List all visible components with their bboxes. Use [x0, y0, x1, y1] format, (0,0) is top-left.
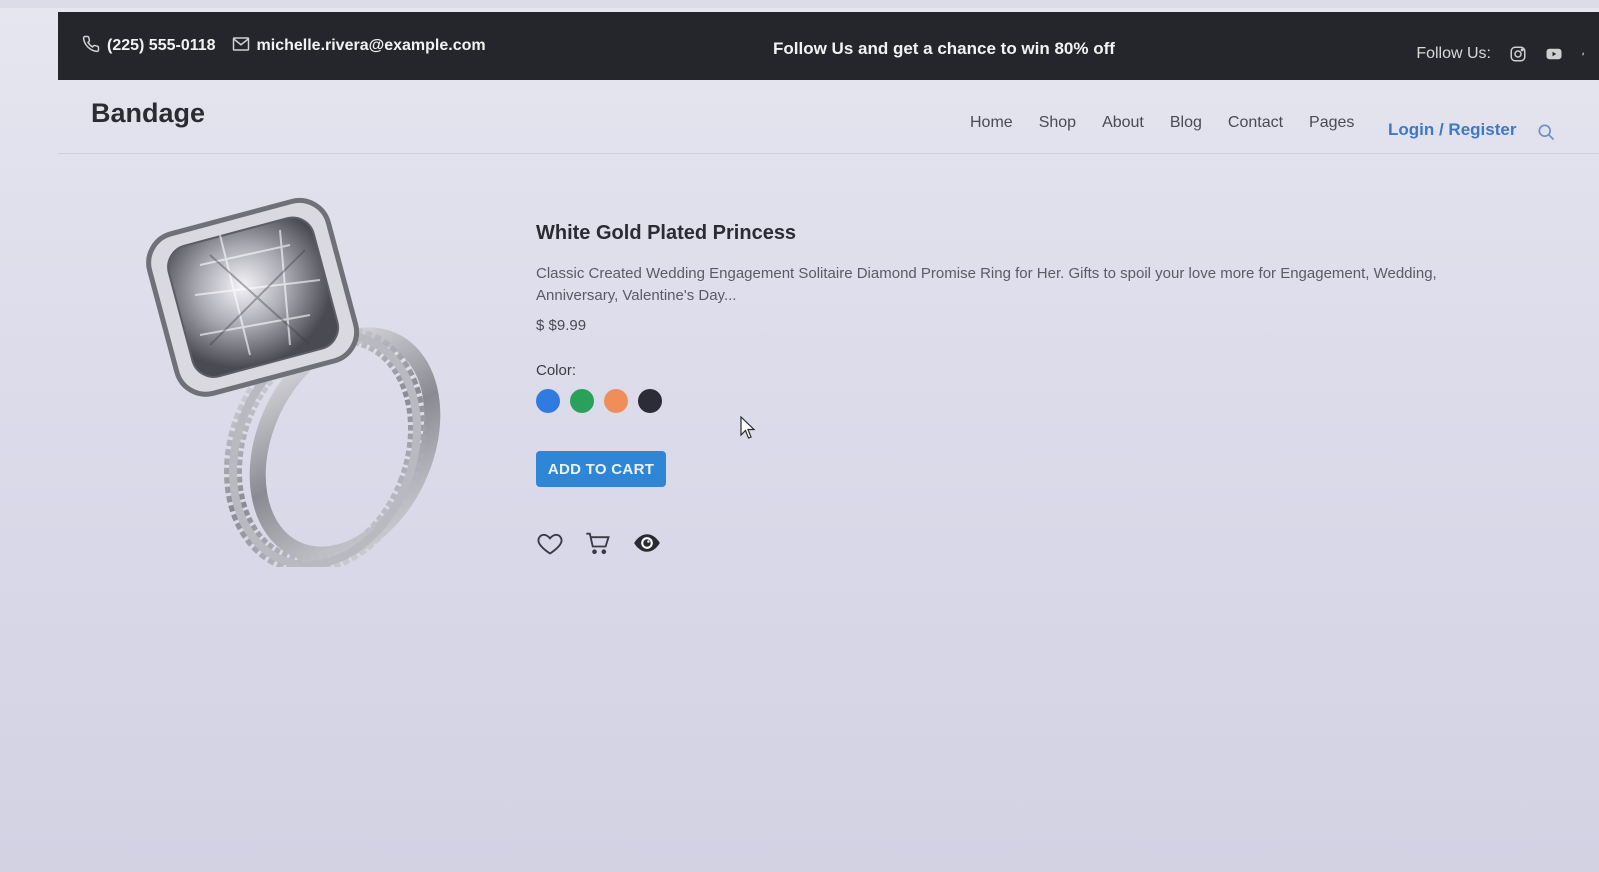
nav-about[interactable]: About	[1102, 114, 1144, 132]
product-price: $ $9.99	[536, 317, 587, 334]
color-swatch-green[interactable]	[570, 389, 594, 413]
color-swatch-dark[interactable]	[638, 389, 662, 413]
eye-icon[interactable]	[632, 529, 660, 557]
phone-icon	[82, 35, 100, 58]
search-icon[interactable]	[1536, 122, 1556, 142]
nav-pages[interactable]: Pages	[1309, 114, 1354, 132]
email-address: michelle.rivera@example.com	[256, 37, 486, 54]
mouse-cursor-icon	[740, 415, 756, 440]
facebook-icon[interactable]	[1581, 45, 1599, 63]
instagram-icon[interactable]	[1509, 45, 1527, 63]
mail-icon	[232, 35, 250, 58]
product-description: Classic Created Wedding Engagement Solit…	[536, 265, 1437, 304]
nav-contact[interactable]: Contact	[1228, 114, 1283, 132]
product-actions	[536, 529, 1496, 557]
follow-us: Follow Us:	[1416, 45, 1599, 63]
color-swatches	[536, 389, 1496, 413]
promo-text: Follow Us and get a chance to win 80% of…	[773, 39, 1115, 58]
youtube-icon[interactable]	[1545, 45, 1563, 63]
color-swatch-blue[interactable]	[536, 389, 560, 413]
nav-shop[interactable]: Shop	[1039, 114, 1076, 132]
phone-contact[interactable]: (225) 555-0118	[82, 35, 216, 58]
product-details: White Gold Plated Princess Classic Creat…	[536, 222, 1496, 557]
follow-label: Follow Us:	[1416, 45, 1491, 62]
phone-number: (225) 555-0118	[107, 37, 216, 54]
heart-icon[interactable]	[536, 529, 564, 557]
color-label: Color:	[536, 362, 577, 379]
navbar: Bandage Home Shop About Blog Contact Pag…	[58, 82, 1599, 154]
nav-home[interactable]: Home	[970, 114, 1013, 132]
brand-logo[interactable]: Bandage	[91, 98, 205, 129]
main-nav: Home Shop About Blog Contact Pages	[970, 114, 1354, 132]
product-image[interactable]	[140, 195, 460, 574]
color-swatch-orange[interactable]	[604, 389, 628, 413]
cart-icon[interactable]	[584, 529, 612, 557]
product-title: White Gold Plated Princess	[536, 222, 797, 244]
add-to-cart-button[interactable]: ADD TO CART	[536, 451, 666, 487]
contact-info: (225) 555-0118 michelle.rivera@example.c…	[82, 35, 486, 58]
nav-blog[interactable]: Blog	[1170, 114, 1202, 132]
top-bar: (225) 555-0118 michelle.rivera@example.c…	[58, 12, 1599, 80]
login-register-link[interactable]: Login / Register	[1388, 120, 1516, 140]
email-contact[interactable]: michelle.rivera@example.com	[232, 35, 486, 58]
